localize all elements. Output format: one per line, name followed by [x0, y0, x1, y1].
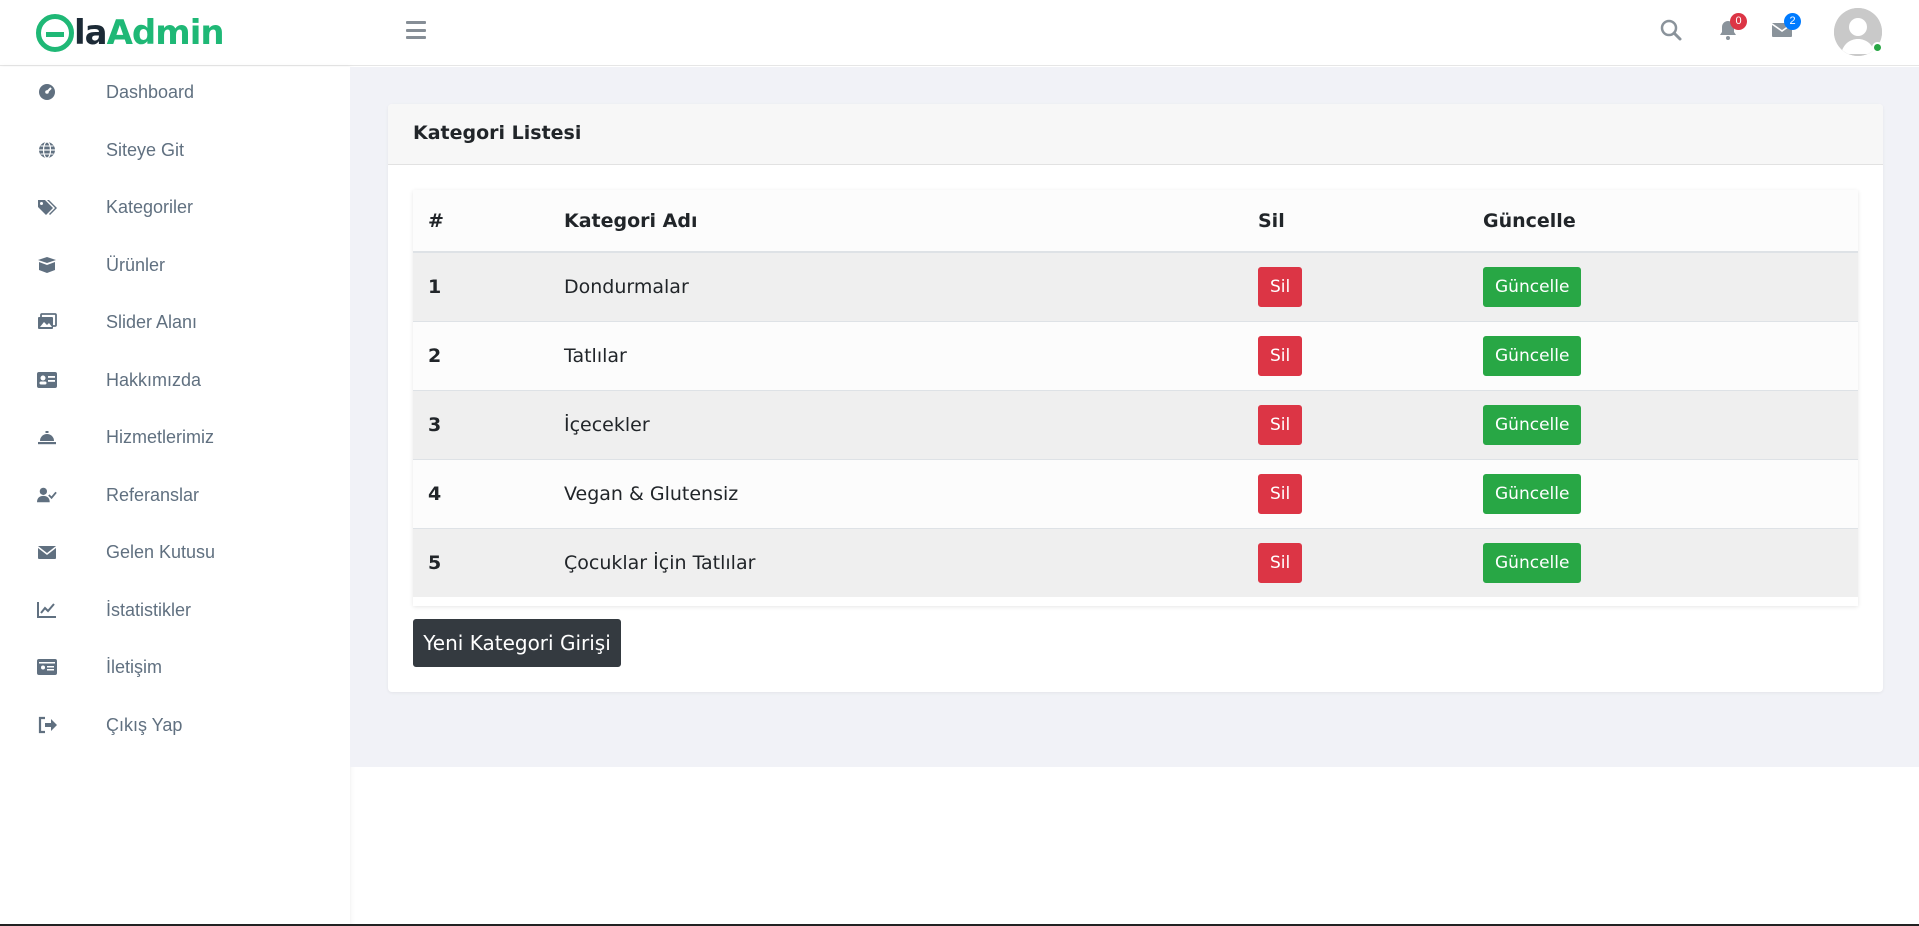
- sidebar-item-siteye-git[interactable]: Siteye Git: [0, 127, 350, 173]
- sidebar-item-slider-alani[interactable]: Slider Alanı: [0, 299, 350, 345]
- sidebar-item-referanslar[interactable]: Referanslar: [0, 472, 350, 518]
- delete-button[interactable]: Sil: [1258, 473, 1303, 514]
- elaadmin-logo[interactable]: la Admin: [36, 12, 225, 54]
- sidebar-item-label: Gelen Kutusu: [106, 541, 216, 562]
- online-status-dot: [1872, 42, 1883, 53]
- id-card-icon: [37, 370, 57, 390]
- table-row: 1 Dondurmalar Sil Güncelle: [413, 251, 1858, 321]
- messages-count-badge: 2: [1784, 13, 1801, 30]
- address-card-icon: [37, 657, 57, 677]
- sidebar-item-label: Ürünler: [106, 254, 166, 275]
- bell-service-icon: [37, 427, 57, 447]
- logo-text-la: la: [74, 13, 108, 53]
- logo-text-admin: Admin: [106, 13, 225, 53]
- column-header-update: Güncelle: [1468, 190, 1858, 253]
- search-button[interactable]: [1659, 18, 1687, 46]
- sidebar-item-label: Çıkış Yap: [106, 714, 183, 735]
- dashboard-icon: [37, 82, 57, 102]
- sidebar-item-label: Siteye Git: [106, 139, 185, 160]
- tags-icon: [37, 197, 57, 217]
- images-icon: [37, 312, 57, 332]
- delete-button[interactable]: Sil: [1258, 335, 1303, 376]
- update-button[interactable]: Güncelle: [1483, 266, 1582, 307]
- row-id: 1: [413, 251, 549, 321]
- row-id: 2: [413, 320, 549, 390]
- sign-out-icon: [37, 715, 57, 735]
- sidebar-item-label: Hizmetlerimiz: [106, 426, 214, 447]
- envelope-icon: [37, 542, 57, 562]
- column-header-number: #: [413, 190, 549, 253]
- sidebar: Dashboard Siteye Git Kategoriler Ürünler…: [0, 67, 350, 926]
- new-category-button[interactable]: Yeni Kategori Girişi: [413, 619, 621, 667]
- update-button[interactable]: Güncelle: [1483, 473, 1582, 514]
- globe-icon: [37, 140, 57, 160]
- row-category-name: Dondurmalar: [549, 251, 1243, 321]
- sidebar-item-cikis-yap[interactable]: Çıkış Yap: [0, 702, 350, 748]
- sidebar-item-label: İletişim: [106, 656, 163, 677]
- category-list-card: Kategori Listesi # Kategori Adı Sil Günc…: [388, 104, 1883, 692]
- update-button[interactable]: Güncelle: [1483, 404, 1582, 445]
- row-id: 3: [413, 389, 549, 459]
- row-category-name: Tatlılar: [549, 320, 1243, 390]
- row-id: 4: [413, 458, 549, 528]
- card-header: Kategori Listesi: [388, 104, 1883, 165]
- sidebar-item-gelen-kutusu[interactable]: Gelen Kutusu: [0, 529, 350, 575]
- category-table: # Kategori Adı Sil Güncelle 1 Dondurmala…: [413, 190, 1858, 597]
- sidebar-item-label: Referanslar: [106, 484, 200, 505]
- row-category-name: Çocuklar İçin Tatlılar: [549, 527, 1243, 597]
- card-title: Kategori Listesi: [413, 122, 582, 144]
- table-header-row: # Kategori Adı Sil Güncelle: [413, 190, 1858, 253]
- sidebar-item-kategoriler[interactable]: Kategoriler: [0, 184, 350, 230]
- box-icon: [37, 255, 57, 275]
- sidebar-item-dashboard[interactable]: Dashboard: [0, 69, 350, 115]
- delete-button[interactable]: Sil: [1258, 266, 1303, 307]
- delete-button[interactable]: Sil: [1258, 404, 1303, 445]
- sidebar-item-urunler[interactable]: Ürünler: [0, 242, 350, 288]
- sidebar-item-label: Slider Alanı: [106, 311, 198, 332]
- category-table-wrapper: # Kategori Adı Sil Güncelle 1 Dondurmala…: [413, 190, 1858, 606]
- sidebar-item-label: Kategoriler: [106, 196, 194, 217]
- table-row: 3 İçecekler Sil Güncelle: [413, 389, 1858, 459]
- update-button[interactable]: Güncelle: [1483, 335, 1582, 376]
- table-row: 2 Tatlılar Sil Güncelle: [413, 320, 1858, 390]
- row-id: 5: [413, 527, 549, 597]
- column-header-delete: Sil: [1243, 190, 1468, 253]
- messages-button[interactable]: 2: [1770, 13, 1801, 46]
- sidebar-item-hakkimizda[interactable]: Hakkımızda: [0, 357, 350, 403]
- sidebar-item-label: Hakkımızda: [106, 369, 202, 390]
- row-category-name: Vegan & Glutensiz: [549, 458, 1243, 528]
- search-icon: [1660, 19, 1682, 41]
- menu-toggle-button[interactable]: [406, 21, 426, 39]
- notifications-button[interactable]: 0: [1716, 13, 1747, 46]
- sidebar-item-iletisim[interactable]: İletişim: [0, 644, 350, 690]
- user-check-icon: [37, 485, 57, 505]
- sidebar-item-istatistikler[interactable]: İstatistikler: [0, 587, 350, 633]
- update-button[interactable]: Güncelle: [1483, 542, 1582, 583]
- top-header: la Admin 0 2: [0, 0, 1919, 66]
- logo-e-mark: [36, 14, 74, 52]
- hamburger-icon: [406, 21, 426, 24]
- column-header-name: Kategori Adı: [549, 190, 1243, 253]
- row-category-name: İçecekler: [549, 389, 1243, 459]
- sidebar-item-label: İstatistikler: [106, 599, 192, 620]
- table-row: 5 Çocuklar İçin Tatlılar Sil Güncelle: [413, 527, 1858, 597]
- table-row: 4 Vegan & Glutensiz Sil Güncelle: [413, 458, 1858, 528]
- notifications-count-badge: 0: [1730, 13, 1747, 30]
- sidebar-item-hizmetlerimiz[interactable]: Hizmetlerimiz: [0, 414, 350, 460]
- delete-button[interactable]: Sil: [1258, 542, 1303, 583]
- sidebar-item-label: Dashboard: [106, 81, 195, 102]
- chart-line-icon: [37, 600, 57, 620]
